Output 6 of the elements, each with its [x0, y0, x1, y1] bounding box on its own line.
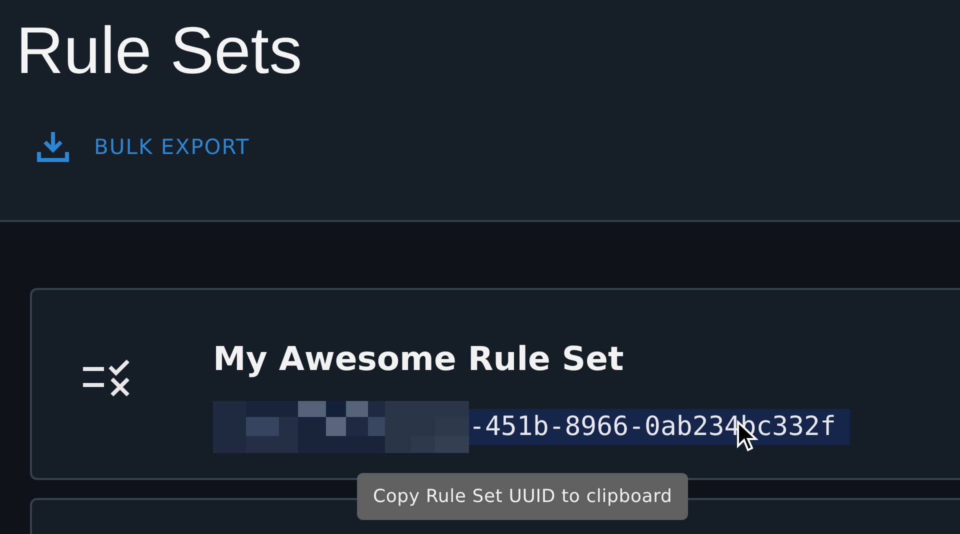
- bulk-export-button[interactable]: BULK EXPORT: [36, 130, 250, 164]
- download-icon: [36, 130, 70, 164]
- checklist-icon: [83, 359, 131, 397]
- page-title: Rule Sets: [15, 12, 302, 89]
- tooltip: Copy Rule Set UUID to clipboard: [357, 473, 688, 520]
- rule-set-name: My Awesome Rule Set: [213, 338, 625, 380]
